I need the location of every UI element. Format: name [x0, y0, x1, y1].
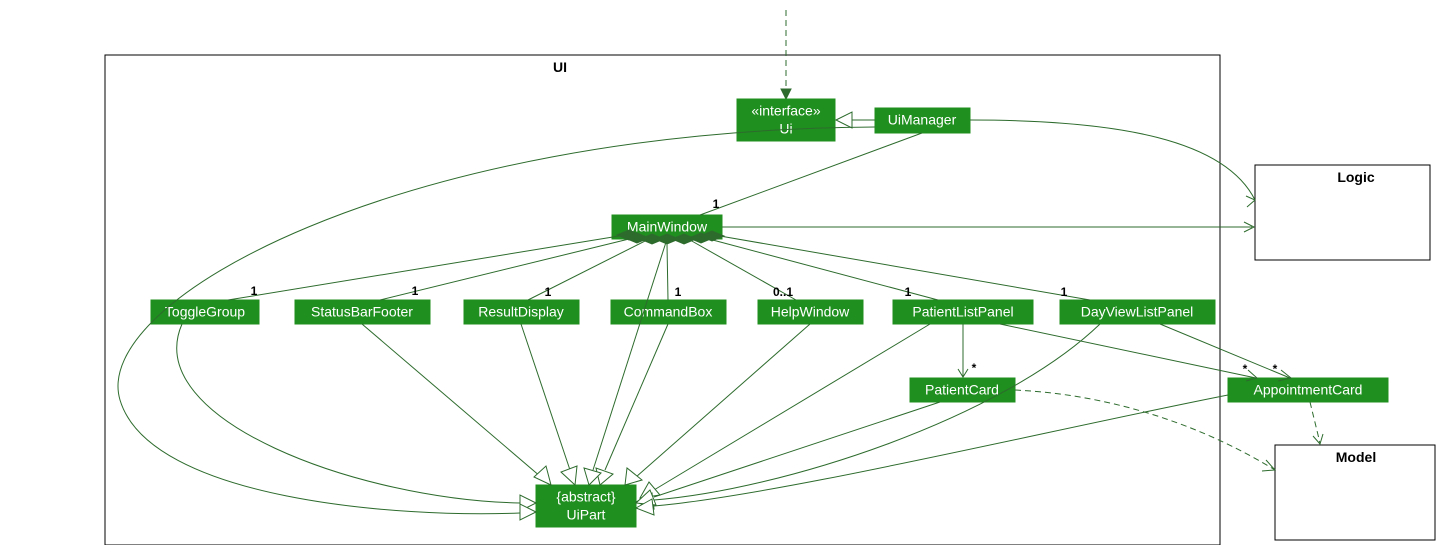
edge-plp-to-appointmentcard	[1000, 324, 1256, 378]
svg-text:{abstract}: {abstract}	[556, 489, 615, 505]
svg-text:ToggleGroup: ToggleGroup	[165, 304, 245, 320]
edge-togglegroup-gen	[177, 324, 520, 503]
mult-patientcard: *	[972, 361, 977, 375]
edge-mw-commandbox	[667, 244, 668, 300]
mult-resultdisplay: 1	[545, 285, 552, 299]
edge-commandbox-gen	[605, 324, 668, 470]
tri-resultdisplay-gen	[561, 466, 577, 485]
class-patientcard: PatientCard	[910, 378, 1015, 402]
svg-text:AppointmentCard: AppointmentCard	[1254, 382, 1363, 398]
edge-uimanager-to-logic	[970, 120, 1255, 200]
class-uimanager: UiManager	[875, 108, 970, 133]
edge-patientlistpanel-gen	[654, 324, 930, 490]
svg-text:PatientCard: PatientCard	[925, 382, 999, 398]
mult-helpwindow: 0..1	[773, 285, 793, 299]
svg-text:Ui: Ui	[779, 121, 792, 137]
mult-dayviewlistpanel: 1	[1061, 285, 1068, 299]
edge-statusbarfooter-gen	[362, 324, 541, 477]
class-commandbox: CommandBox	[611, 300, 726, 324]
mult-appointmentcard-left: *	[1243, 362, 1248, 376]
svg-text:DayViewListPanel: DayViewListPanel	[1081, 304, 1194, 320]
edge-dayviewlistpanel-gen	[654, 324, 1100, 500]
class-uipart: {abstract} UiPart	[536, 485, 636, 527]
tri-statusbarfooter-gen	[534, 466, 551, 485]
arrow-external-to-ui	[781, 89, 791, 99]
edge-mw-patientlistpanel	[709, 239, 938, 300]
edge-uimanager-to-mainwindow	[700, 133, 922, 215]
mult-appointmentcard-right: *	[1273, 362, 1278, 376]
class-resultdisplay: ResultDisplay	[464, 300, 579, 324]
package-model-label: Model	[1336, 449, 1376, 465]
svg-text:HelpWindow: HelpWindow	[771, 304, 850, 320]
class-togglegroup: ToggleGroup	[151, 300, 259, 324]
svg-text:MainWindow: MainWindow	[627, 219, 708, 235]
mult-statusbarfooter: 1	[412, 284, 419, 298]
package-ui-label: UI	[553, 59, 567, 75]
svg-text:PatientListPanel: PatientListPanel	[912, 304, 1013, 320]
package-logic-label: Logic	[1337, 169, 1375, 185]
class-dayviewlistpanel: DayViewListPanel	[1060, 300, 1215, 324]
edge-resultdisplay-gen	[521, 324, 570, 470]
edge-mainwindow-gen	[593, 239, 667, 470]
class-statusbarfooter: StatusBarFooter	[295, 300, 430, 324]
edge-appointmentcard-to-model	[1310, 402, 1320, 443]
class-patientlistpanel: PatientListPanel	[893, 300, 1033, 324]
mult-patientlistpanel: 1	[905, 285, 912, 299]
tri-helpwindow-gen	[625, 468, 642, 485]
edge-dvlp-to-appointmentcard	[1160, 324, 1290, 378]
arrowhead-uimanager-realize-ui	[836, 112, 852, 128]
mult-commandbox: 1	[675, 285, 682, 299]
class-helpwindow: HelpWindow	[758, 300, 863, 324]
svg-text:UiManager: UiManager	[888, 112, 957, 128]
edge-mw-togglegroup	[228, 236, 619, 300]
svg-text:ResultDisplay: ResultDisplay	[478, 304, 564, 320]
edge-appointmentcard-gen	[654, 395, 1228, 506]
mult-togglegroup: 1	[251, 284, 258, 298]
svg-text:StatusBarFooter: StatusBarFooter	[311, 304, 413, 320]
class-ui-interface: «interface» Ui	[737, 99, 835, 141]
uml-diagram: UI Logic Model «interface» Ui UiManager …	[0, 0, 1452, 545]
tri-commandbox-gen	[596, 468, 613, 485]
edge-patientcard-gen	[654, 402, 940, 497]
svg-text:«interface»: «interface»	[751, 103, 820, 119]
svg-text:CommandBox: CommandBox	[624, 304, 713, 320]
svg-text:UiPart: UiPart	[567, 507, 606, 523]
mult-mainwindow: 1	[713, 197, 720, 211]
class-appointmentcard: AppointmentCard	[1228, 378, 1388, 402]
